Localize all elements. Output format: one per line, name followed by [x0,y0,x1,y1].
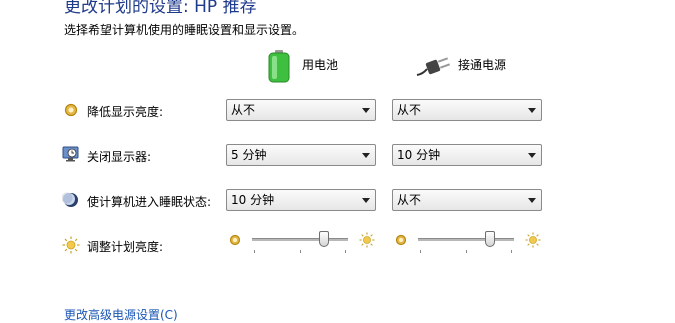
battery-brightness-slider[interactable] [252,231,348,255]
slider-track [418,238,514,241]
chevron-down-icon [528,108,536,113]
slider-track [252,238,348,241]
plugged-column-label: 接通电源 [458,58,507,72]
slider-tick [466,250,467,253]
slider-thumb[interactable] [485,231,495,247]
slider-tick [300,250,301,253]
chevron-down-icon [362,153,370,158]
page-title: 更改计划的设置: HP 推荐 [64,0,257,17]
chevron-down-icon [362,108,370,113]
chevron-down-icon [362,198,370,203]
dim-display-battery-select[interactable]: 从不 [226,99,376,121]
bright-sun-icon [525,232,541,248]
sleep-plugged-select[interactable]: 从不 [392,189,542,211]
chevron-down-icon [528,153,536,158]
power-plug-icon [416,57,451,76]
slider-tick [254,250,255,253]
battery-icon [268,50,290,83]
monitor-clock-icon [62,146,79,162]
slider-thumb[interactable] [319,231,329,247]
advanced-power-settings-link[interactable]: 更改高级电源设置(C) [64,306,178,323]
sleep-moon-icon [62,192,78,207]
sleep-battery-select[interactable]: 10 分钟 [226,189,376,211]
dim-brightness-icon [64,103,78,117]
chevron-down-icon [528,198,536,203]
plugged-brightness-slider[interactable] [418,231,514,255]
brightness-label: 调整计划亮度: [87,240,164,254]
slider-tick [345,250,346,253]
brightness-sun-icon [62,236,80,254]
turn-off-display-label: 关闭显示器: [87,150,152,164]
turn-off-display-plugged-select[interactable]: 10 分钟 [392,144,542,166]
turn-off-display-battery-select[interactable]: 5 分钟 [226,144,376,166]
sleep-label: 使计算机进入睡眠状态: [87,195,212,209]
dim-display-label: 降低显示亮度: [87,105,164,119]
bright-sun-icon [359,232,375,248]
slider-tick [511,250,512,253]
slider-tick [420,250,421,253]
dim-sun-icon [229,234,241,246]
battery-column-label: 用电池 [302,58,339,72]
page-subtitle: 选择希望计算机使用的睡眠设置和显示设置。 [64,23,305,37]
dim-sun-icon [395,234,407,246]
dim-display-plugged-select[interactable]: 从不 [392,99,542,121]
